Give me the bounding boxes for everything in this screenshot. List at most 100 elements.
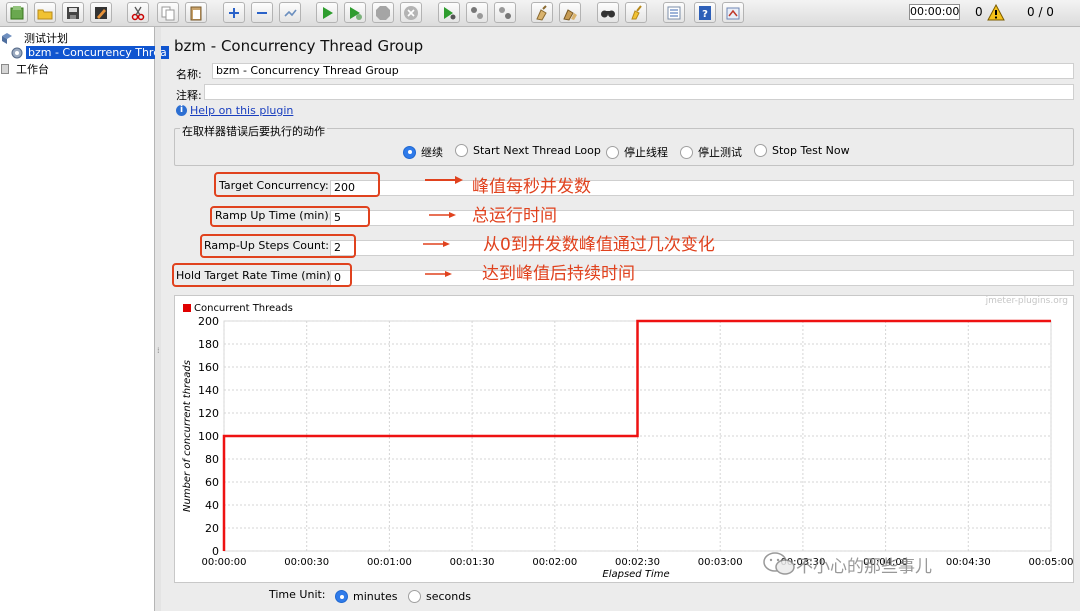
radio-button[interactable] (754, 144, 767, 157)
start-no-pause-icon[interactable] (344, 2, 366, 23)
shutdown-icon[interactable] (400, 2, 422, 23)
x-tick-label: 00:01:30 (450, 557, 495, 568)
collapse-icon[interactable] (251, 2, 273, 23)
y-tick-label: 120 (198, 407, 219, 420)
splitter[interactable] (155, 27, 161, 611)
concurrency-chart: Concurrent Threads jmeter-plugins.org Nu… (174, 295, 1074, 583)
radio-seconds[interactable]: seconds (408, 590, 471, 603)
radio-button[interactable] (455, 144, 468, 157)
radio-stop-test-now[interactable]: Stop Test Now (754, 144, 850, 157)
radio-continue[interactable]: 继续 (403, 144, 443, 160)
annotation-text: 从0到并发数峰值通过几次变化 (483, 235, 715, 255)
templates-icon[interactable] (6, 2, 28, 23)
radio-minutes[interactable]: minutes (335, 590, 398, 603)
open-icon[interactable] (34, 2, 56, 23)
highlight-box (210, 206, 370, 227)
edit-icon[interactable] (90, 2, 112, 23)
legend-label: Concurrent Threads (194, 303, 293, 314)
x-axis-label: Elapsed Time (602, 569, 669, 580)
remote-exit-icon[interactable] (494, 2, 516, 23)
splitter-handle[interactable]: ⁞ (157, 346, 160, 355)
x-tick-label: 00:00:30 (284, 557, 329, 568)
paste-icon[interactable] (185, 2, 207, 23)
radio-label: 停止测试 (698, 146, 742, 159)
y-tick-label: 20 (205, 522, 219, 535)
copy-icon[interactable] (157, 2, 179, 23)
options-icon[interactable] (722, 2, 744, 23)
y-axis-label: Number of concurrent threads (182, 360, 193, 512)
annotation-text: 总运行时间 (472, 206, 557, 226)
annotation-arrow (423, 241, 450, 247)
radio-label: Start Next Thread Loop (473, 144, 601, 157)
error-group-title: 在取样器错误后要执行的动作 (180, 123, 327, 139)
tree-item-workbench[interactable]: 工作台 (0, 61, 49, 76)
clear-icon[interactable] (531, 2, 553, 23)
test-plan-tree: 测试计划 bzm - Concurrency Threa 工作台 (0, 27, 169, 611)
comment-label: 注释: (176, 89, 202, 102)
radio-button[interactable] (680, 145, 693, 159)
radio-label: seconds (426, 590, 471, 603)
cut-icon[interactable] (127, 2, 149, 23)
y-tick-label: 100 (198, 430, 219, 443)
radio-start-next-thread-loop[interactable]: Start Next Thread Loop (455, 144, 601, 157)
radio-button[interactable] (335, 590, 348, 603)
reset-search-icon[interactable] (625, 2, 647, 23)
annotation-text: 峰值每秒并发数 (472, 177, 591, 197)
start-icon[interactable] (316, 2, 338, 23)
comment-field[interactable] (204, 84, 1074, 100)
tree-item-label: 测试计划 (24, 31, 68, 45)
annotation-arrow (429, 212, 456, 218)
tree-item-label: 工作台 (16, 62, 49, 76)
remote-start-icon[interactable] (438, 2, 460, 23)
active-threads-count: 0 / 0 (1027, 5, 1054, 19)
warning-icon[interactable] (987, 4, 1005, 21)
clear-all-icon[interactable] (559, 2, 581, 23)
search-icon[interactable] (597, 2, 619, 23)
legend-swatch (183, 304, 191, 312)
info-icon: i (176, 105, 187, 116)
highlight-box (200, 234, 356, 258)
y-tick-label: 60 (205, 476, 219, 489)
x-tick-label: 00:00:00 (202, 557, 247, 568)
radio-label: 继续 (421, 146, 443, 159)
y-tick-label: 180 (198, 338, 219, 351)
function-helper-icon[interactable] (663, 2, 685, 23)
svg-text:?: ? (702, 9, 708, 20)
remote-stop-icon[interactable] (466, 2, 488, 23)
help-icon[interactable]: ? (694, 2, 716, 23)
name-field[interactable]: bzm - Concurrency Thread Group (212, 63, 1074, 79)
radio-stop-test[interactable]: 停止测试 (680, 144, 742, 160)
x-tick-label: 00:04:30 (946, 557, 991, 568)
y-tick-label: 160 (198, 361, 219, 374)
gear-icon (11, 47, 23, 58)
x-tick-label: 00:02:00 (532, 557, 577, 568)
radio-button[interactable] (606, 145, 619, 159)
tree-item-concurrency-thread-group[interactable]: bzm - Concurrency Threa (10, 45, 169, 60)
x-tick-label: 00:05:00 (1029, 557, 1074, 568)
x-tick-label: 00:03:00 (698, 557, 743, 568)
radio-stop-thread[interactable]: 停止线程 (606, 144, 668, 160)
annotation-text: 达到峰值后持续时间 (482, 264, 635, 284)
radio-button[interactable] (408, 590, 421, 603)
wechat-watermark: 不小心的那些事儿 (762, 551, 932, 577)
stop-icon[interactable] (372, 2, 394, 23)
chart-watermark: jmeter-plugins.org (985, 296, 1068, 306)
test-plan-icon (2, 32, 12, 44)
save-icon[interactable] (62, 2, 84, 23)
annotation-arrow (425, 176, 463, 184)
tree-item-test-plan[interactable]: 测试计划 (0, 30, 68, 45)
warning-count: 0 (975, 5, 983, 19)
watermark-text: 不小心的那些事儿 (796, 556, 932, 577)
y-tick-label: 80 (205, 453, 219, 466)
toolbar: ? 00:00:00 0 0 / 0 (0, 0, 1080, 27)
page-title: bzm - Concurrency Thread Group (174, 37, 424, 55)
radio-label: 停止线程 (624, 146, 668, 159)
expand-icon[interactable] (223, 2, 245, 23)
x-tick-label: 00:02:30 (615, 557, 660, 568)
help-link[interactable]: Help on this plugin (190, 104, 293, 117)
radio-button[interactable] (403, 145, 416, 159)
toggle-icon[interactable] (279, 2, 301, 23)
x-tick-label: 00:01:00 (367, 557, 412, 568)
annotation-arrow (425, 271, 452, 277)
y-tick-label: 200 (198, 315, 219, 328)
